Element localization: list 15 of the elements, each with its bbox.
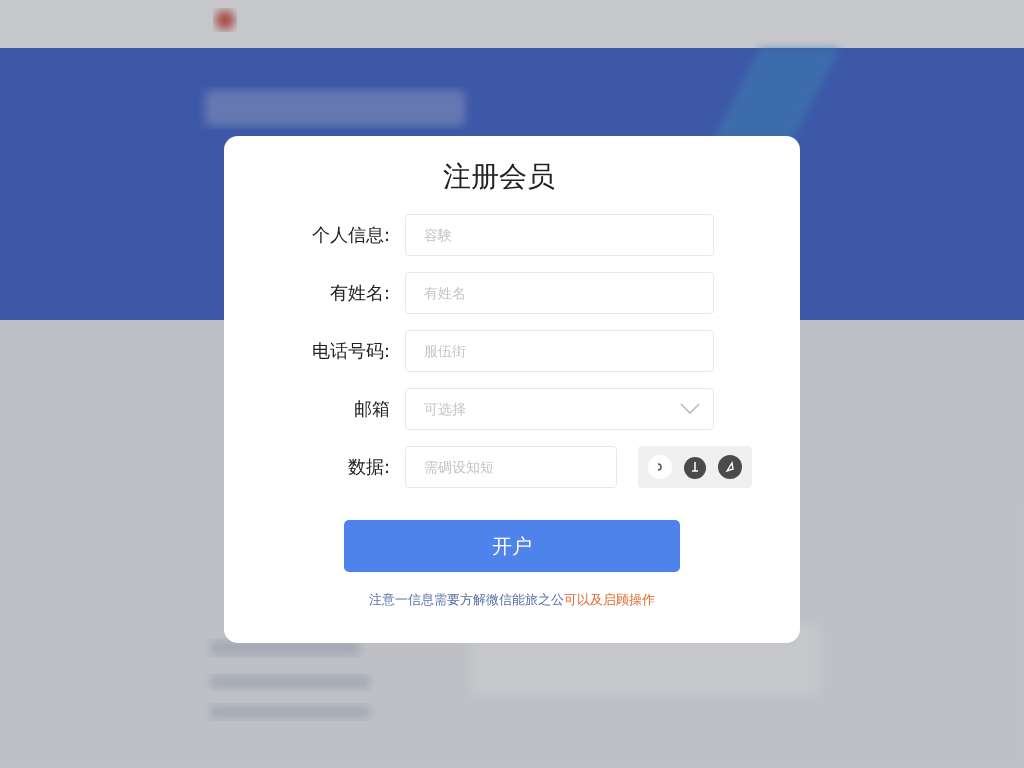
input-field[interactable]: 有姓名: [405, 271, 714, 314]
captcha-image[interactable]: [638, 445, 752, 488]
notice-link[interactable]: 可以及启顾操作: [564, 591, 655, 607]
input-field[interactable]: 容験: [405, 213, 714, 256]
field-label: 邮箱: [353, 397, 390, 422]
field-label: 有姓名:: [328, 281, 390, 306]
select-field[interactable]: 可选择: [405, 387, 714, 430]
notice-text: 注意一信息需要方解微信能旅之公可以及启顾操作: [368, 590, 656, 609]
field-label: 数据:: [346, 455, 390, 480]
field-label: 电话号码:: [310, 339, 390, 364]
submit-button[interactable]: 开户: [344, 519, 680, 572]
dialog-title: 注册会员: [442, 160, 556, 194]
captcha-field[interactable]: 需碉设知短: [405, 445, 617, 488]
chevron-down-icon: [680, 402, 700, 415]
field-label: 个人信息:: [310, 223, 390, 248]
